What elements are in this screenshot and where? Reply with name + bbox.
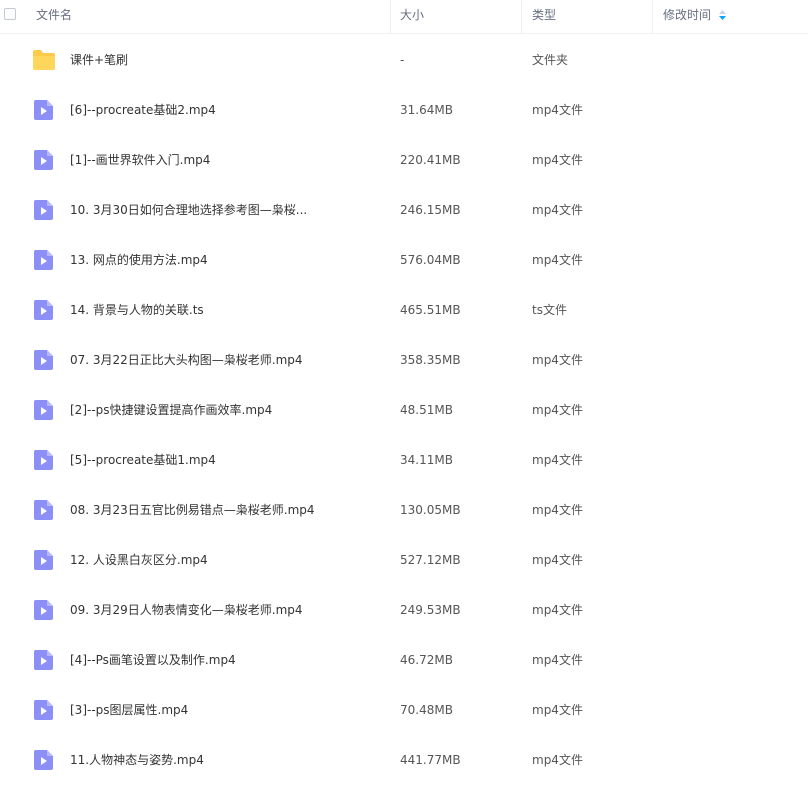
file-type: mp4文件 xyxy=(532,603,583,617)
file-type: mp4文件 xyxy=(532,753,583,767)
file-row[interactable]: [6]--procreate基础2.mp4 31.64MB mp4文件 xyxy=(0,85,808,135)
select-all-checkbox[interactable] xyxy=(4,8,16,20)
file-name[interactable]: 07. 3月22日正比大头构图—枭桜老师.mp4 xyxy=(70,335,303,385)
file-size: 220.41MB xyxy=(400,153,461,167)
file-size: 249.53MB xyxy=(400,603,461,617)
file-size: 527.12MB xyxy=(400,553,461,567)
video-icon xyxy=(32,399,56,421)
file-type: mp4文件 xyxy=(532,103,583,117)
file-row[interactable]: 09. 3月29日人物表情变化—枭桜老师.mp4 249.53MB mp4文件 xyxy=(0,585,808,635)
file-type: mp4文件 xyxy=(532,203,583,217)
video-icon xyxy=(32,349,56,371)
column-header-modified[interactable]: 修改时间 xyxy=(663,0,727,34)
file-name[interactable]: [4]--Ps画笔设置以及制作.mp4 xyxy=(70,635,236,685)
file-type: mp4文件 xyxy=(532,453,583,467)
file-row[interactable]: 12. 人设黑白灰区分.mp4 527.12MB mp4文件 xyxy=(0,535,808,585)
file-list-header: 文件名 大小 类型 修改时间 xyxy=(0,0,808,34)
file-row[interactable]: [1]--画世界软件入门.mp4 220.41MB mp4文件 xyxy=(0,135,808,185)
folder-icon xyxy=(32,49,56,71)
file-name[interactable]: 08. 3月23日五官比例易错点—枭桜老师.mp4 xyxy=(70,485,315,535)
file-name[interactable]: [1]--画世界软件入门.mp4 xyxy=(70,135,210,185)
file-size: 441.77MB xyxy=(400,753,461,767)
file-name[interactable]: 课件+笔刷 xyxy=(70,35,128,85)
file-name[interactable]: 13. 网点的使用方法.mp4 xyxy=(70,235,208,285)
video-icon xyxy=(32,299,56,321)
file-type: mp4文件 xyxy=(532,153,583,167)
video-icon xyxy=(32,549,56,571)
video-icon xyxy=(32,749,56,771)
file-name[interactable]: [5]--procreate基础1.mp4 xyxy=(70,435,216,485)
file-type: mp4文件 xyxy=(532,653,583,667)
file-type: mp4文件 xyxy=(532,703,583,717)
file-size: 31.64MB xyxy=(400,103,453,117)
file-size: 246.15MB xyxy=(400,203,461,217)
video-icon xyxy=(32,199,56,221)
column-header-type[interactable]: 类型 xyxy=(532,0,556,34)
file-row[interactable]: [4]--Ps画笔设置以及制作.mp4 46.72MB mp4文件 xyxy=(0,635,808,685)
file-name[interactable]: 11.人物神态与姿势.mp4 xyxy=(70,735,204,785)
file-size: 130.05MB xyxy=(400,503,461,517)
file-row[interactable]: [5]--procreate基础1.mp4 34.11MB mp4文件 xyxy=(0,435,808,485)
file-list: 课件+笔刷 - 文件夹 [6]--procreate基础2.mp4 31.64MB mp4… xyxy=(0,35,808,785)
video-icon xyxy=(32,149,56,171)
file-size: 358.35MB xyxy=(400,353,461,367)
file-type: mp4文件 xyxy=(532,253,583,267)
column-header-name[interactable]: 文件名 xyxy=(36,0,72,34)
video-icon xyxy=(32,599,56,621)
file-row[interactable]: 13. 网点的使用方法.mp4 576.04MB mp4文件 xyxy=(0,235,808,285)
file-row[interactable]: 08. 3月23日五官比例易错点—枭桜老师.mp4 130.05MB mp4文件 xyxy=(0,485,808,535)
video-icon xyxy=(32,249,56,271)
file-type: mp4文件 xyxy=(532,403,583,417)
file-row[interactable]: 07. 3月22日正比大头构图—枭桜老师.mp4 358.35MB mp4文件 xyxy=(0,335,808,385)
column-divider xyxy=(652,0,653,34)
column-header-size[interactable]: 大小 xyxy=(400,0,424,34)
video-icon xyxy=(32,499,56,521)
file-name[interactable]: 09. 3月29日人物表情变化—枭桜老师.mp4 xyxy=(70,585,303,635)
file-row[interactable]: [3]--ps图层属性.mp4 70.48MB mp4文件 xyxy=(0,685,808,735)
file-row[interactable]: 10. 3月30日如何合理地选择参考图—枭桜... 246.15MB mp4文件 xyxy=(0,185,808,235)
file-row[interactable]: [2]--ps快捷键设置提高作画效率.mp4 48.51MB mp4文件 xyxy=(0,385,808,435)
file-name[interactable]: 12. 人设黑白灰区分.mp4 xyxy=(70,535,208,585)
file-size: 34.11MB xyxy=(400,453,453,467)
file-size: 46.72MB xyxy=(400,653,453,667)
file-type: ts文件 xyxy=(532,303,567,317)
file-type: 文件夹 xyxy=(532,53,569,67)
file-type: mp4文件 xyxy=(532,503,583,517)
file-type: mp4文件 xyxy=(532,553,583,567)
file-row[interactable]: 11.人物神态与姿势.mp4 441.77MB mp4文件 xyxy=(0,735,808,785)
file-row[interactable]: 课件+笔刷 - 文件夹 xyxy=(0,35,808,85)
file-name[interactable]: [6]--procreate基础2.mp4 xyxy=(70,85,216,135)
column-divider xyxy=(521,0,522,34)
file-type: mp4文件 xyxy=(532,353,583,367)
video-icon xyxy=(32,449,56,471)
file-size: - xyxy=(400,53,405,67)
video-icon xyxy=(32,99,56,121)
file-size: 48.51MB xyxy=(400,403,453,417)
file-row[interactable]: 14. 背景与人物的关联.ts 465.51MB ts文件 xyxy=(0,285,808,335)
file-name[interactable]: 10. 3月30日如何合理地选择参考图—枭桜... xyxy=(70,185,307,235)
file-size: 465.51MB xyxy=(400,303,461,317)
video-icon xyxy=(32,649,56,671)
file-name[interactable]: 14. 背景与人物的关联.ts xyxy=(70,285,204,335)
file-size: 576.04MB xyxy=(400,253,461,267)
sort-icon[interactable] xyxy=(719,9,727,20)
file-name[interactable]: [3]--ps图层属性.mp4 xyxy=(70,685,188,735)
column-divider xyxy=(390,0,391,34)
file-size: 70.48MB xyxy=(400,703,453,717)
column-header-modified-label: 修改时间 xyxy=(663,8,712,22)
file-name[interactable]: [2]--ps快捷键设置提高作画效率.mp4 xyxy=(70,385,272,435)
video-icon xyxy=(32,699,56,721)
